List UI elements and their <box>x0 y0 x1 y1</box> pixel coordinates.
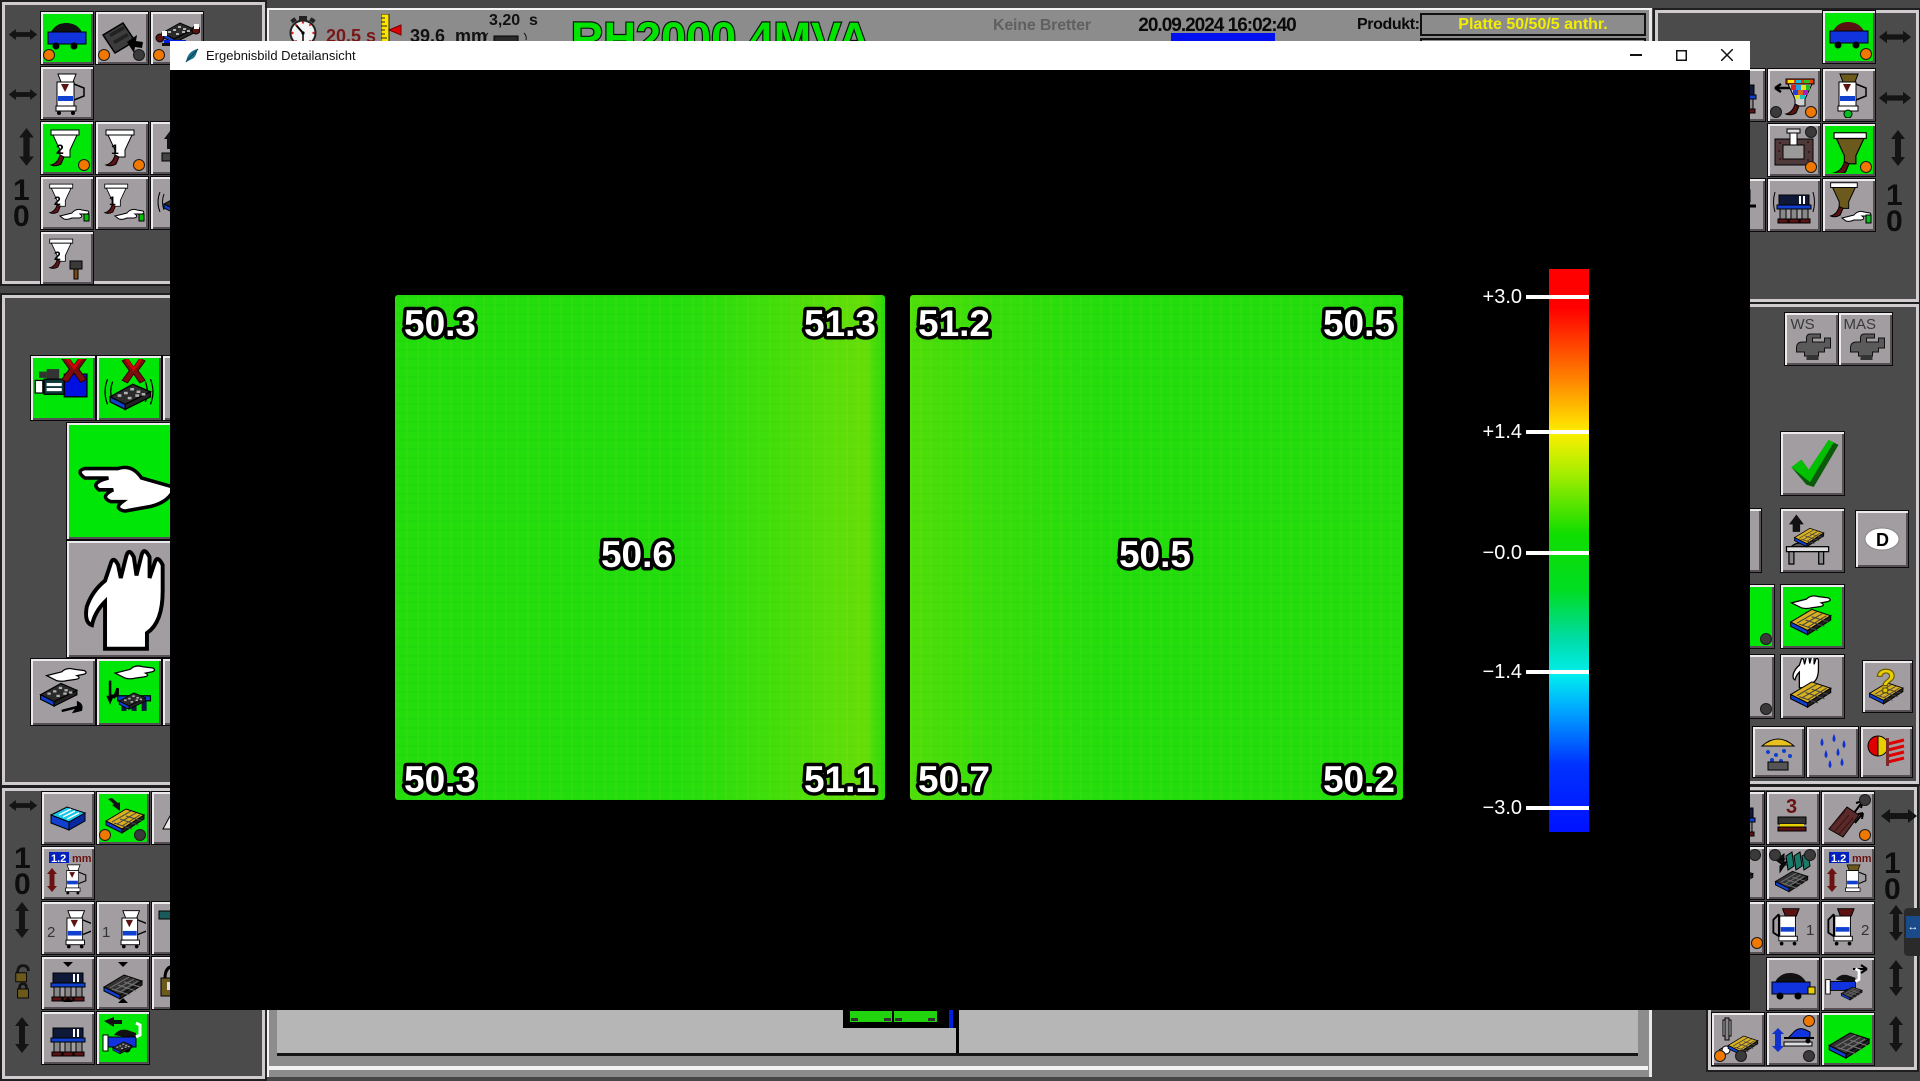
svg-text:50.2: 50.2 <box>1323 759 1395 800</box>
svg-text:mm: mm <box>72 853 91 865</box>
svg-text:51.1: 51.1 <box>804 759 876 800</box>
svg-text:2: 2 <box>54 249 61 263</box>
svg-text:2: 2 <box>56 141 64 157</box>
svg-text:3: 3 <box>1786 796 1797 818</box>
svg-text:50.3: 50.3 <box>404 303 476 344</box>
svg-text:mm: mm <box>1852 853 1871 865</box>
svg-text:50.5: 50.5 <box>1119 534 1191 575</box>
svg-text:MAS: MAS <box>1844 316 1877 333</box>
svg-text:50.6: 50.6 <box>601 534 673 575</box>
svg-text:1.2: 1.2 <box>1831 853 1846 865</box>
svg-text:1: 1 <box>111 141 119 157</box>
svg-text:1: 1 <box>102 924 110 941</box>
svg-text:51.2: 51.2 <box>918 303 990 344</box>
svg-text:2: 2 <box>1861 922 1869 939</box>
svg-text:2: 2 <box>47 924 55 941</box>
svg-text:?: ? <box>1876 664 1896 700</box>
svg-text:1.2: 1.2 <box>51 853 66 865</box>
svg-text:1: 1 <box>109 194 116 208</box>
svg-text:50.3: 50.3 <box>404 759 476 800</box>
svg-text:WS: WS <box>1791 316 1815 333</box>
svg-text:50.7: 50.7 <box>918 759 990 800</box>
svg-text:50.5: 50.5 <box>1323 303 1395 344</box>
svg-text:51.3: 51.3 <box>804 303 876 344</box>
svg-text:1: 1 <box>1806 922 1814 939</box>
svg-text:D: D <box>1876 530 1889 550</box>
svg-text:2: 2 <box>54 194 61 208</box>
